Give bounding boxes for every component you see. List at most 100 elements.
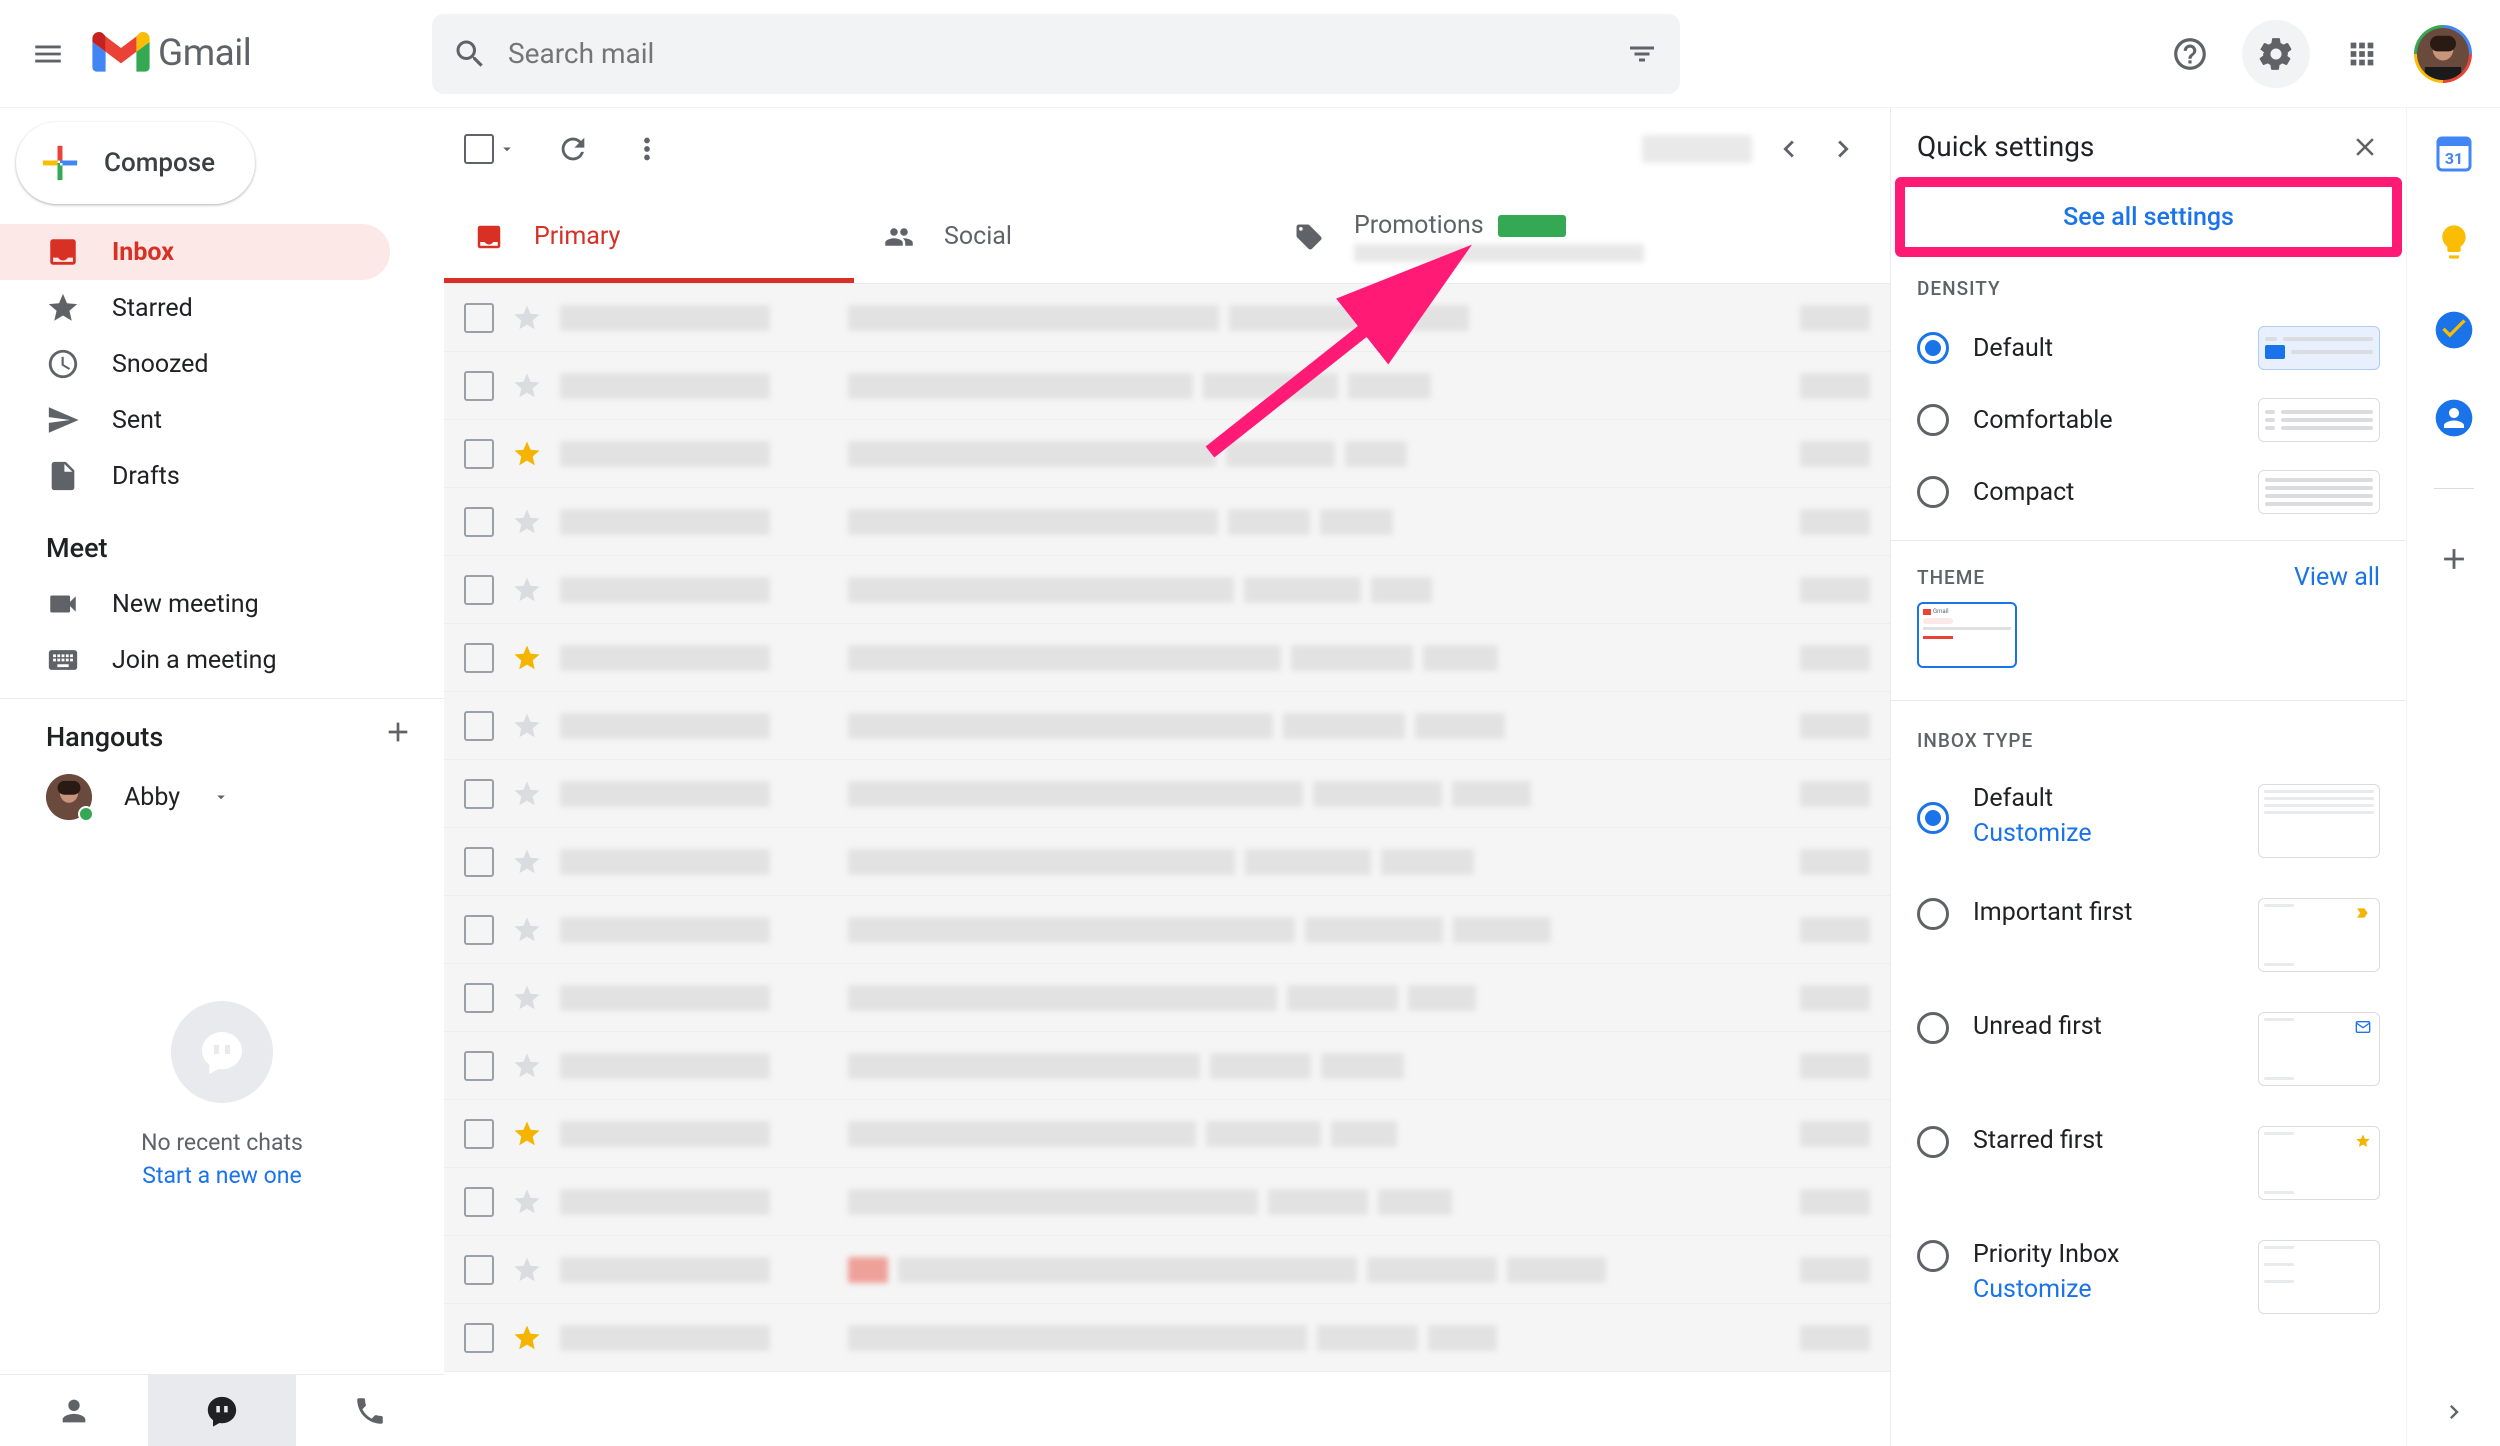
tab-primary[interactable]: Primary [444,190,854,283]
support-button[interactable] [2156,20,2224,88]
star-button[interactable] [512,575,542,605]
star-button[interactable] [512,439,542,469]
email-row[interactable] [444,1032,1890,1100]
star-button[interactable] [512,983,542,1013]
meet-new-meeting[interactable]: New meeting [0,576,444,632]
star-button[interactable] [512,1051,542,1081]
row-checkbox[interactable] [464,847,494,877]
hangouts-user[interactable]: Abby [0,765,444,821]
row-checkbox[interactable] [464,1051,494,1081]
star-button[interactable] [512,1187,542,1217]
email-row[interactable] [444,964,1890,1032]
compose-button[interactable]: Compose [16,122,255,204]
prev-page-button[interactable] [1772,132,1806,166]
star-button[interactable] [512,643,542,673]
settings-button[interactable] [2242,20,2310,88]
row-checkbox[interactable] [464,371,494,401]
see-all-settings-button[interactable]: See all settings [1903,185,2394,249]
contacts-app[interactable] [2432,396,2476,440]
sidebar-item-sent[interactable]: Sent [0,392,390,448]
select-all[interactable] [464,134,516,164]
density-comfortable[interactable]: Comfortable [1891,384,2406,456]
row-checkbox[interactable] [464,1323,494,1353]
collapse-panel-button[interactable] [2440,1398,2468,1426]
email-row[interactable] [444,1236,1890,1304]
email-row[interactable] [444,1168,1890,1236]
sidebar-item-inbox[interactable]: Inbox [0,224,390,280]
customize-link[interactable]: Customize [1973,819,2234,848]
density-default[interactable]: Default [1891,312,2406,384]
row-checkbox[interactable] [464,575,494,605]
add-app-button[interactable] [2432,537,2476,581]
row-checkbox[interactable] [464,711,494,741]
row-checkbox[interactable] [464,779,494,809]
account-avatar[interactable] [2414,25,2472,83]
search-options-icon[interactable] [1624,36,1660,72]
row-checkbox[interactable] [464,643,494,673]
star-button[interactable] [512,507,542,537]
more-button[interactable] [630,132,664,166]
refresh-button[interactable] [556,132,590,166]
sidebar-item-snoozed[interactable]: Snoozed [0,336,390,392]
start-new-chat-link[interactable]: Start a new one [142,1162,301,1189]
search-bar[interactable] [432,14,1680,94]
view-all-themes-link[interactable]: View all [2294,563,2380,592]
tasks-app[interactable] [2432,308,2476,352]
email-row[interactable] [444,692,1890,760]
row-checkbox[interactable] [464,983,494,1013]
star-button[interactable] [512,303,542,333]
star-button[interactable] [512,915,542,945]
email-row[interactable] [444,1304,1890,1372]
inbox-default[interactable]: DefaultCustomize [1891,764,2406,878]
star-button[interactable] [512,779,542,809]
calendar-app[interactable]: 31 [2432,132,2476,176]
customize-link[interactable]: Customize [1973,1275,2234,1304]
row-checkbox[interactable] [464,1187,494,1217]
phone-tab[interactable] [296,1375,444,1446]
dropdown-icon[interactable] [212,788,230,806]
add-person-icon[interactable] [382,716,414,748]
star-button[interactable] [512,1119,542,1149]
row-checkbox[interactable] [464,915,494,945]
email-row[interactable] [444,624,1890,692]
email-row[interactable] [444,352,1890,420]
star-button[interactable] [512,1255,542,1285]
inbox-unread-first[interactable]: Unread first [1891,992,2406,1106]
inbox-priority[interactable]: Priority InboxCustomize [1891,1220,2406,1334]
row-checkbox[interactable] [464,439,494,469]
email-row[interactable] [444,420,1890,488]
sidebar-item-starred[interactable]: Starred [0,280,390,336]
sidebar-item-drafts[interactable]: Drafts [0,448,390,504]
email-row[interactable] [444,896,1890,964]
star-button[interactable] [512,847,542,877]
row-checkbox[interactable] [464,507,494,537]
main-menu-button[interactable] [14,20,82,88]
email-row[interactable] [444,488,1890,556]
theme-thumbnail[interactable]: Gmail [1917,602,2017,668]
contacts-tab[interactable] [0,1375,148,1446]
row-checkbox[interactable] [464,303,494,333]
density-compact[interactable]: Compact [1891,456,2406,528]
email-row[interactable] [444,284,1890,352]
search-input[interactable] [508,37,1624,70]
logo[interactable]: Gmail [92,32,432,76]
next-page-button[interactable] [1826,132,1860,166]
hangouts-tab[interactable] [148,1375,296,1446]
inbox-starred-first[interactable]: Starred first [1891,1106,2406,1220]
apps-button[interactable] [2328,20,2396,88]
star-button[interactable] [512,371,542,401]
inbox-important-first[interactable]: Important first [1891,878,2406,992]
row-checkbox[interactable] [464,1255,494,1285]
star-button[interactable] [512,1323,542,1353]
meet-join-meeting[interactable]: Join a meeting [0,632,444,688]
tab-social[interactable]: Social [854,190,1264,283]
star-button[interactable] [512,711,542,741]
email-row[interactable] [444,556,1890,624]
email-row[interactable] [444,1100,1890,1168]
keep-app[interactable] [2432,220,2476,264]
row-checkbox[interactable] [464,1119,494,1149]
close-button[interactable] [2350,132,2380,162]
tab-promotions[interactable]: Promotions [1264,190,1674,283]
email-row[interactable] [444,828,1890,896]
email-row[interactable] [444,760,1890,828]
